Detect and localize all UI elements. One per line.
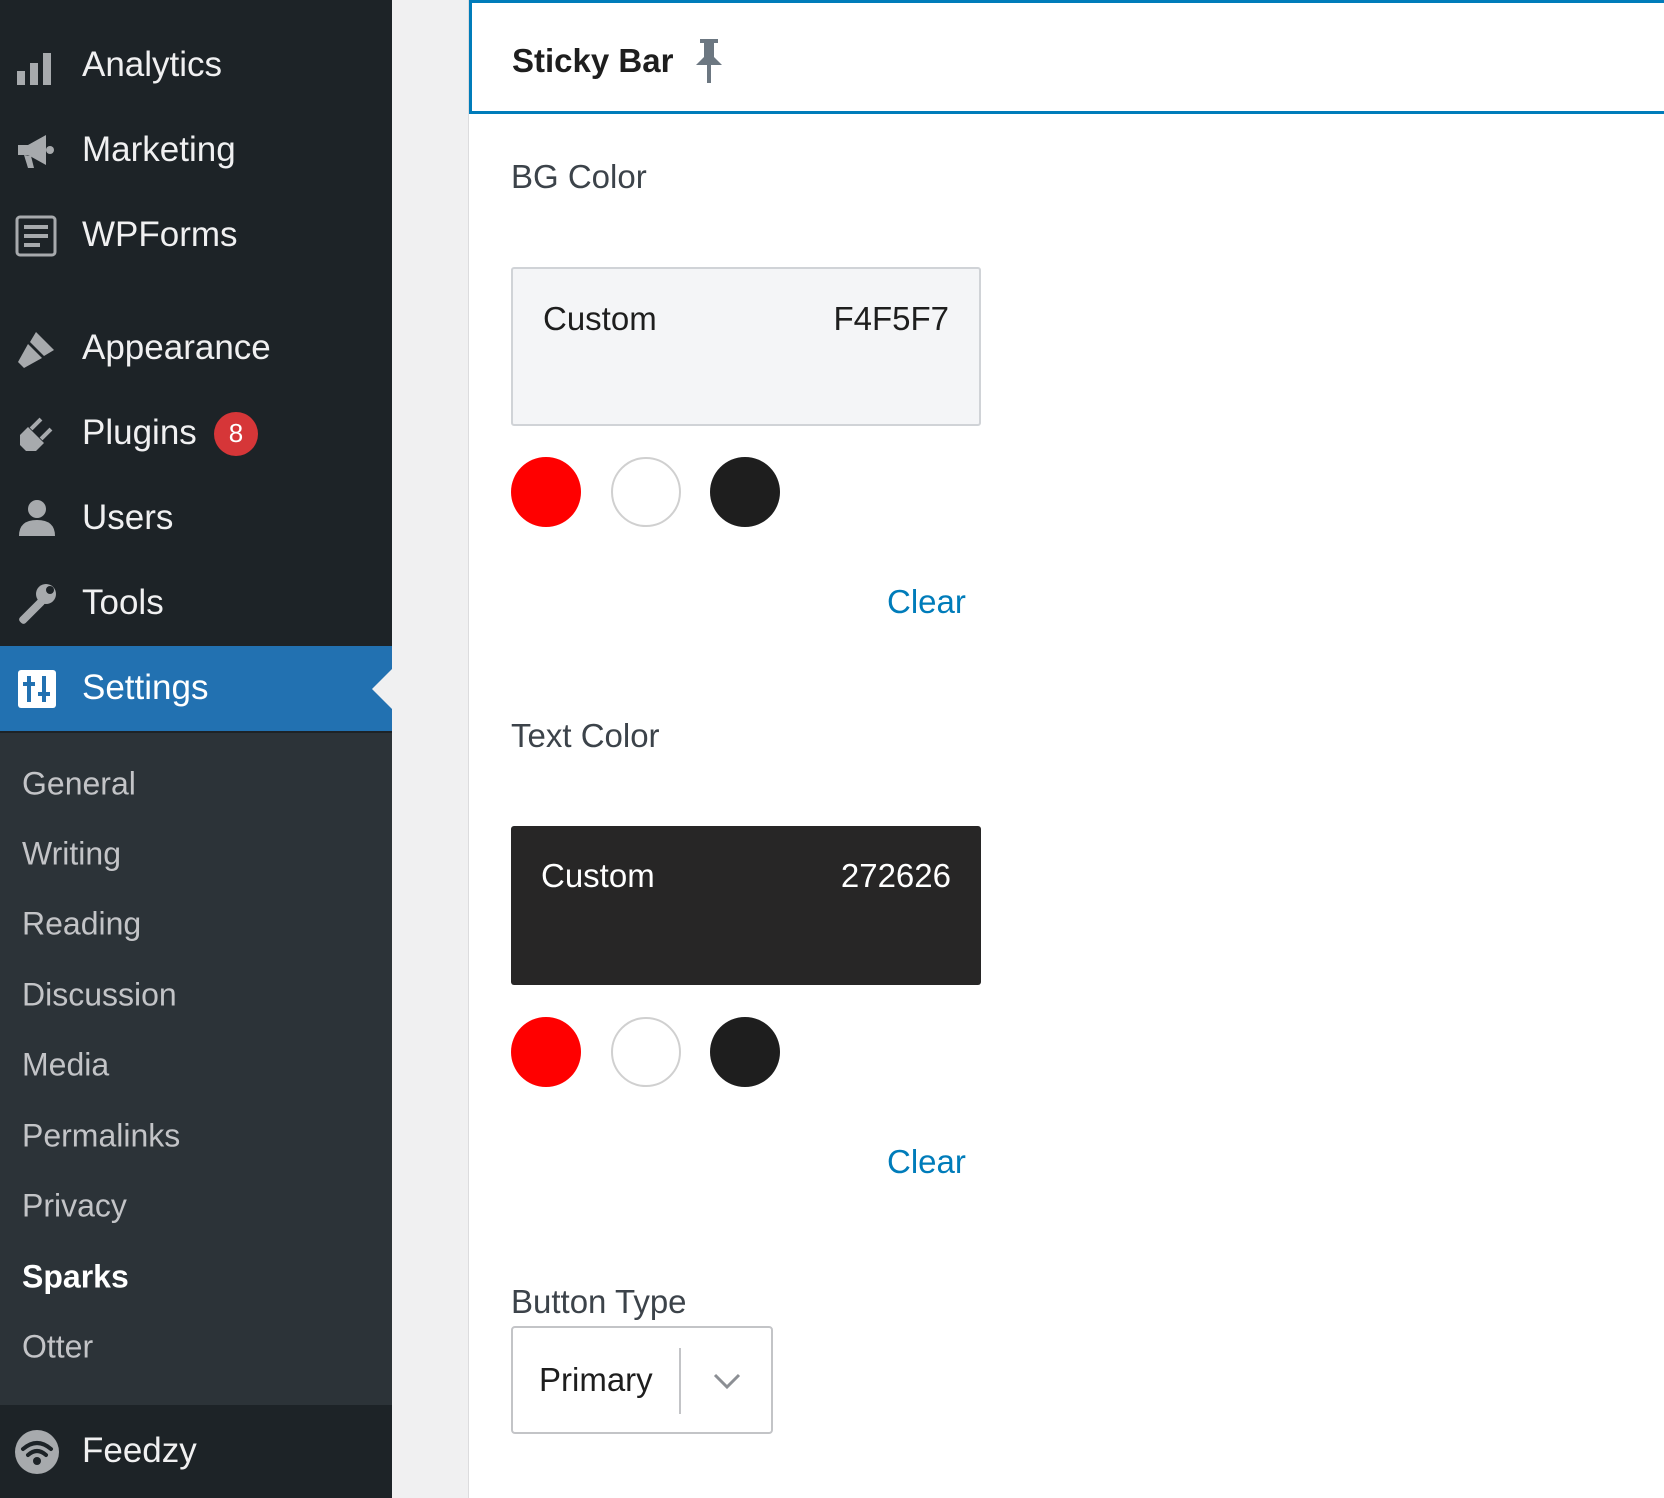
form-icon [14, 213, 60, 259]
menu-label-marketing: Marketing [82, 129, 236, 169]
menu-item-appearance[interactable]: Appearance [0, 306, 392, 391]
menu-item-tools[interactable]: Tools [0, 561, 392, 646]
text-color-hex-value: 272626 [840, 857, 951, 894]
text-color-custom-preview[interactable]: Custom 272626 [511, 826, 981, 985]
submenu-item-privacy[interactable]: Privacy [22, 1188, 127, 1225]
menu-item-users[interactable]: Users [0, 476, 392, 561]
menu-label-wpforms: WPForms [82, 214, 238, 254]
menu-label-feedzy: Feedzy [82, 1430, 197, 1470]
button-type-select[interactable]: Primary [511, 1326, 773, 1434]
submenu-item-permalinks[interactable]: Permalinks [22, 1118, 180, 1155]
menu-item-plugins[interactable]: Plugins 8 [0, 391, 392, 476]
panel-header[interactable]: Sticky Bar [469, 0, 1664, 114]
bg-color-label: BG Color [511, 158, 647, 195]
submenu-item-media[interactable]: Media [22, 1047, 109, 1084]
feedzy-wifi-icon [14, 1429, 60, 1475]
bg-swatch-black[interactable] [710, 457, 780, 527]
submenu-item-discussion[interactable]: Discussion [22, 977, 177, 1014]
submenu-item-otter[interactable]: Otter [22, 1329, 93, 1366]
settings-submenu: General Writing Reading Discussion Media… [0, 733, 392, 1405]
text-color-label: Text Color [511, 717, 660, 754]
user-icon [14, 496, 60, 542]
submenu-item-sparks[interactable]: Sparks [22, 1259, 129, 1296]
bg-swatch-red[interactable] [511, 457, 581, 527]
panel-title: Sticky Bar [512, 42, 674, 79]
submenu-item-writing[interactable]: Writing [22, 836, 121, 873]
paintbrush-icon [14, 326, 60, 372]
bg-color-hex-value: F4F5F7 [833, 300, 949, 337]
bg-color-clear-button[interactable]: Clear [887, 583, 966, 621]
button-type-selected-value: Primary [539, 1361, 653, 1398]
wrench-icon [14, 581, 60, 627]
chevron-down-icon [713, 1373, 741, 1390]
menu-label-settings: Settings [82, 667, 209, 707]
megaphone-icon [14, 128, 60, 174]
menu-label-plugins: Plugins [82, 412, 197, 452]
update-count-badge: 8 [214, 411, 258, 456]
text-color-custom-label: Custom [541, 857, 655, 894]
admin-sidebar: Analytics Marketing WPForms Appearance P… [0, 0, 392, 1498]
menu-item-analytics[interactable]: Analytics [0, 23, 392, 108]
button-type-label: Button Type [511, 1283, 687, 1320]
text-swatch-black[interactable] [710, 1017, 780, 1087]
text-color-clear-button[interactable]: Clear [887, 1143, 966, 1181]
text-swatch-white[interactable] [611, 1017, 681, 1087]
menu-label-users: Users [82, 497, 174, 537]
menu-label-appearance: Appearance [82, 327, 271, 367]
text-swatch-red[interactable] [511, 1017, 581, 1087]
menu-item-marketing[interactable]: Marketing [0, 108, 392, 193]
select-divider [679, 1348, 681, 1414]
bg-swatch-white[interactable] [611, 457, 681, 527]
bg-color-custom-preview[interactable]: Custom F4F5F7 [511, 267, 981, 426]
bar-chart-icon [14, 43, 60, 89]
sticky-bar-panel: Sticky Bar BG Color Custom F4F5F7 Clear … [468, 0, 1664, 1498]
menu-label-analytics: Analytics [82, 44, 223, 84]
menu-item-feedzy[interactable]: Feedzy [0, 1405, 392, 1498]
pin-icon[interactable] [692, 37, 726, 85]
submenu-item-general[interactable]: General [22, 766, 136, 803]
menu-item-settings[interactable]: Settings [0, 646, 392, 731]
settings-icon [14, 666, 60, 712]
plugin-icon [14, 411, 60, 457]
menu-label-tools: Tools [82, 582, 164, 622]
current-menu-arrow [372, 668, 392, 709]
submenu-item-reading[interactable]: Reading [22, 906, 141, 943]
bg-color-custom-label: Custom [543, 300, 657, 337]
menu-item-wpforms[interactable]: WPForms [0, 193, 392, 278]
